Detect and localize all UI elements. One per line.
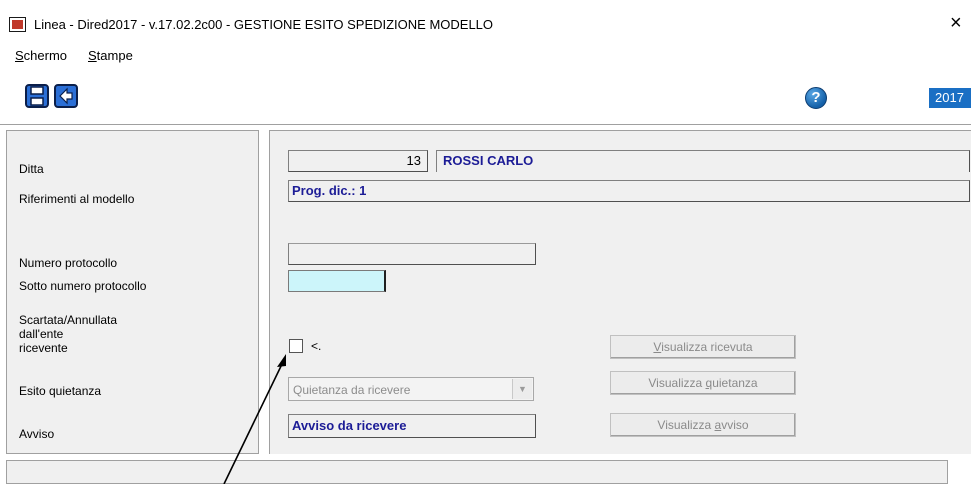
title-bar: Linea - Dired2017 - v.17.02.2c00 - GESTI… [0,0,971,44]
menu-stampe[interactable]: Stampe [88,48,133,63]
save-icon[interactable] [25,84,49,108]
status-bar [6,460,948,484]
back-icon[interactable] [54,84,78,108]
numero-protocollo-input[interactable] [288,243,536,265]
ditta-name-field: ROSSI CARLO [436,150,970,172]
label-numero-protocollo: Numero protocollo [19,256,118,270]
visualizza-avviso-button[interactable]: Visualizza avviso [610,413,796,437]
label-scartata-3: ricevente [19,341,68,355]
esito-quietanza-value: Quietanza da ricevere [293,383,411,397]
form-panel [269,130,971,454]
visualizza-quietanza-button[interactable]: Visualizza quietanza [610,371,796,395]
chevron-down-icon[interactable]: ▼ [512,379,532,399]
ditta-code-field: 13 [288,150,428,172]
label-avviso: Avviso [19,427,55,441]
label-panel: Ditta Riferimenti al modello Numero prot… [6,130,259,454]
visualizza-ricevuta-button[interactable]: Visualizza ricevuta [610,335,796,359]
sotto-numero-input[interactable] [288,270,386,292]
label-ditta: Ditta [19,162,44,176]
label-esito-quietanza: Esito quietanza [19,384,102,398]
label-riferimenti: Riferimenti al modello [19,192,135,206]
label-scartata-2: dall'ente [19,327,64,341]
esito-quietanza-select[interactable]: Quietanza da ricevere ▼ [288,377,534,401]
year-badge: 2017 [929,88,971,108]
avviso-field: Avviso da ricevere [288,414,536,438]
toolbar-divider [0,124,971,125]
window-title: Linea - Dired2017 - v.17.02.2c00 - GESTI… [34,17,494,32]
menu-bar: Schermo Stampe [0,46,971,68]
app-icon [9,17,26,32]
checkbox-label: <. [311,339,322,353]
prog-dic-field: Prog. dic.: 1 [288,180,970,202]
toolbar: ? 2017 [0,70,971,122]
help-icon[interactable]: ? [805,87,827,109]
label-sotto-numero: Sotto numero protocollo [19,279,147,293]
menu-schermo[interactable]: Schermo [15,48,67,63]
scartata-checkbox[interactable] [289,339,303,353]
close-icon[interactable]: × [950,13,962,33]
label-scartata-1: Scartata/Annullata [19,313,118,327]
